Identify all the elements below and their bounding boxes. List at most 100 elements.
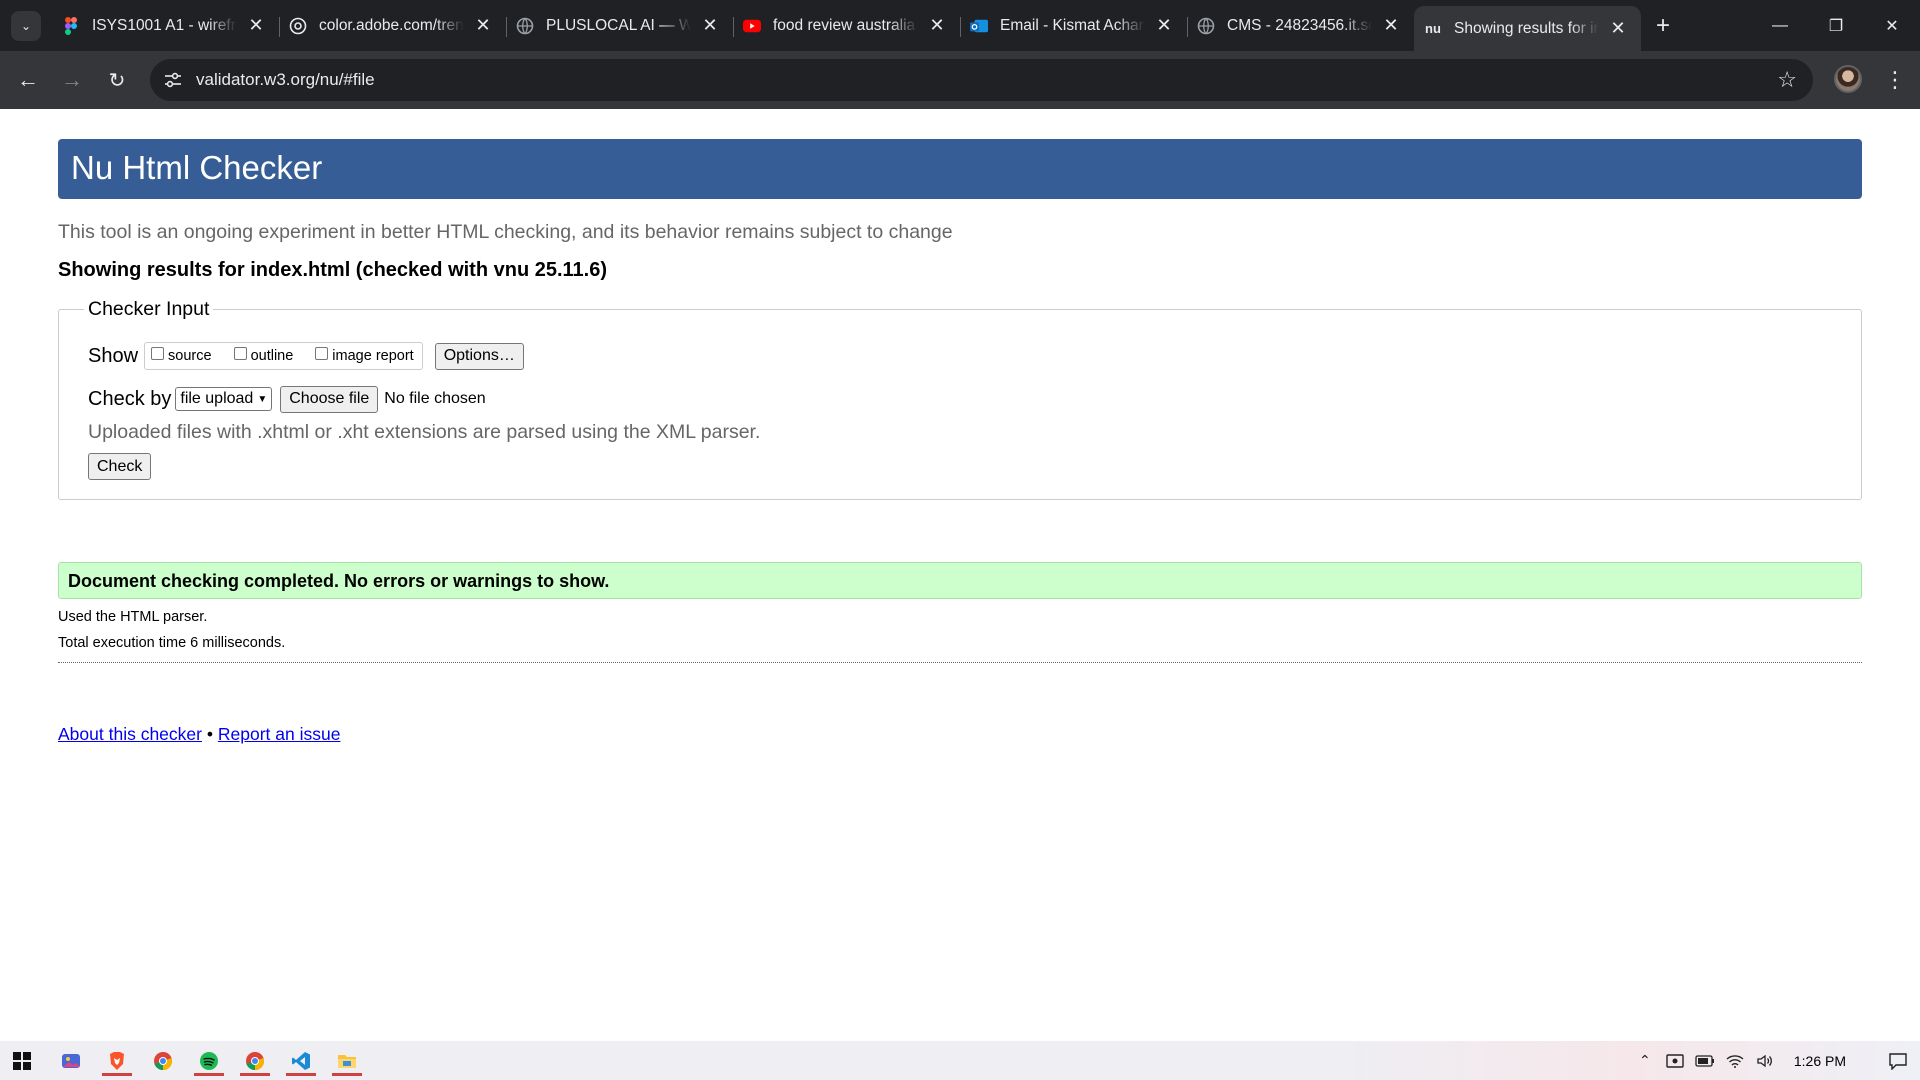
checker-legend: Checker Input	[84, 298, 214, 321]
parser-note: Uploaded files with .xhtml or .xht exten…	[88, 421, 761, 443]
show-image-report-option[interactable]: image report	[315, 346, 414, 364]
tab-strip: ⌄ ISYS1001 A1 - wirefra ✕ color.adobe.co…	[0, 0, 1920, 51]
url-text[interactable]: validator.w3.org/nu/#file	[196, 70, 375, 90]
checker-input-fieldset: Checker Input Show source outline image …	[58, 298, 1862, 500]
globe-icon	[1197, 17, 1215, 35]
tab-title: PLUSLOCAL AI — We	[546, 16, 691, 34]
footer-links: About this checker • Report an issue	[58, 724, 340, 745]
outline-label: outline	[250, 348, 294, 364]
restore-icon[interactable]: ❐	[1808, 0, 1864, 51]
execution-time-text: Total execution time 6 milliseconds.	[58, 635, 286, 651]
tab-title: Email - Kismat Achar	[1000, 16, 1144, 34]
windows-start-icon[interactable]	[3, 1045, 41, 1076]
close-tab-icon[interactable]: ✕	[1380, 15, 1402, 37]
minimize-icon[interactable]: —	[1752, 0, 1808, 51]
tab-title: color.adobe.com/tren	[319, 16, 464, 34]
chevron-up-icon[interactable]: ⌃	[1630, 1052, 1660, 1069]
options-button[interactable]: Options…	[434, 342, 524, 370]
check-by-row: Check by file upload ▼ Choose file No fil…	[88, 385, 486, 413]
page-title: Nu Html Checker	[71, 149, 323, 186]
tab-title: CMS - 24823456.it.sc	[1227, 16, 1372, 34]
browser-menu-icon[interactable]: ⋮	[1880, 65, 1910, 95]
window-controls: — ❐ ✕	[1752, 0, 1920, 51]
figma-icon	[62, 16, 80, 35]
profile-avatar[interactable]	[1834, 65, 1862, 93]
photos-icon[interactable]	[52, 1045, 90, 1076]
source-label: source	[168, 348, 212, 364]
taskbar-clock[interactable]: 1:26 PM	[1794, 1053, 1846, 1069]
nu-icon: nu	[1425, 21, 1441, 36]
tab-email[interactable]: Email - Kismat Achar ✕	[960, 6, 1187, 45]
image-report-checkbox[interactable]	[315, 346, 329, 360]
windows-taskbar: ⌃ 1:26 PM	[0, 1041, 1920, 1080]
reload-icon[interactable]: ↻	[101, 64, 133, 96]
show-row: Show source outline image report Options…	[88, 342, 524, 370]
check-by-value: file upload	[180, 390, 254, 407]
close-tab-icon[interactable]: ✕	[699, 15, 721, 37]
chevron-down-icon: ▼	[257, 393, 268, 405]
check-by-select[interactable]: file upload ▼	[175, 387, 273, 411]
close-window-icon[interactable]: ✕	[1864, 0, 1920, 51]
intro-text: This tool is an ongoing experiment in be…	[58, 221, 953, 243]
bookmark-star-icon[interactable]: ☆	[1777, 67, 1797, 93]
youtube-icon	[743, 17, 761, 35]
wifi-icon[interactable]	[1720, 1054, 1750, 1068]
source-checkbox[interactable]	[151, 346, 165, 360]
show-label: Show	[88, 344, 139, 367]
divider	[58, 662, 1862, 663]
close-tab-icon[interactable]: ✕	[1153, 15, 1175, 37]
about-checker-link[interactable]: About this checker	[58, 724, 202, 744]
tab-youtube[interactable]: food review australia ✕	[733, 6, 960, 45]
new-tab-button[interactable]: +	[1648, 11, 1678, 41]
tab-pluslocal[interactable]: PLUSLOCAL AI — We ✕	[506, 6, 733, 45]
parser-used-text: Used the HTML parser.	[58, 609, 208, 625]
spotify-icon[interactable]	[190, 1045, 228, 1076]
success-message-box: Document checking completed. No errors o…	[58, 562, 1862, 599]
check-button[interactable]: Check	[88, 453, 152, 480]
page-header: Nu Html Checker	[58, 139, 1862, 199]
close-tab-icon[interactable]: ✕	[1607, 18, 1629, 40]
show-options-group: source outline image report	[144, 342, 423, 370]
check-by-label: Check by	[88, 387, 172, 410]
footer-separator: •	[206, 724, 213, 744]
outline-checkbox[interactable]	[233, 346, 247, 360]
tab-list: ISYS1001 A1 - wirefra ✕ color.adobe.com/…	[52, 6, 1641, 51]
globe-icon	[516, 17, 534, 35]
back-icon[interactable]: ←	[12, 64, 44, 96]
meet-now-icon[interactable]	[1660, 1053, 1690, 1069]
tab-isys1001[interactable]: ISYS1001 A1 - wirefra ✕	[52, 6, 279, 45]
forward-icon[interactable]: →	[56, 64, 88, 96]
tab-title: food review australia	[773, 16, 916, 34]
notification-center-icon[interactable]	[1876, 1052, 1920, 1070]
show-outline-option[interactable]: outline	[233, 346, 294, 364]
results-heading: Showing results for index.html (checked …	[58, 259, 608, 281]
tab-title: ISYS1001 A1 - wirefra	[92, 16, 237, 34]
report-issue-link[interactable]: Report an issue	[218, 724, 341, 744]
tab-adobe-color[interactable]: color.adobe.com/tren ✕	[279, 6, 506, 45]
vscode-icon[interactable]	[282, 1045, 320, 1076]
success-message: Document checking completed. No errors o…	[68, 571, 610, 591]
tab-title: Showing results for in	[1454, 19, 1599, 37]
show-source-option[interactable]: source	[151, 346, 212, 364]
site-info-icon[interactable]	[160, 67, 186, 93]
close-tab-icon[interactable]: ✕	[245, 15, 267, 37]
tab-nu-checker-active[interactable]: nu Showing results for in ✕	[1414, 6, 1641, 51]
tab-cms[interactable]: CMS - 24823456.it.sc ✕	[1187, 6, 1414, 45]
system-tray: ⌃ 1:26 PM	[1630, 1041, 1920, 1080]
no-file-text: No file chosen	[384, 390, 486, 407]
page-content: Nu Html Checker This tool is an ongoing …	[0, 109, 1920, 1041]
address-bar[interactable]: validator.w3.org/nu/#file ☆	[150, 59, 1813, 101]
brave-icon[interactable]	[98, 1045, 136, 1076]
choose-file-button[interactable]: Choose file	[280, 385, 379, 413]
adobe-color-icon	[289, 17, 307, 35]
volume-icon[interactable]	[1750, 1053, 1780, 1069]
file-explorer-icon[interactable]	[328, 1045, 366, 1076]
battery-icon[interactable]	[1690, 1054, 1720, 1067]
close-tab-icon[interactable]: ✕	[926, 15, 948, 37]
chrome-icon[interactable]	[236, 1045, 274, 1076]
outlook-icon	[970, 17, 988, 35]
tab-search-chevron-icon[interactable]: ⌄	[11, 11, 41, 41]
chrome-icon[interactable]	[144, 1045, 182, 1076]
close-tab-icon[interactable]: ✕	[472, 15, 494, 37]
image-report-label: image report	[332, 348, 414, 364]
